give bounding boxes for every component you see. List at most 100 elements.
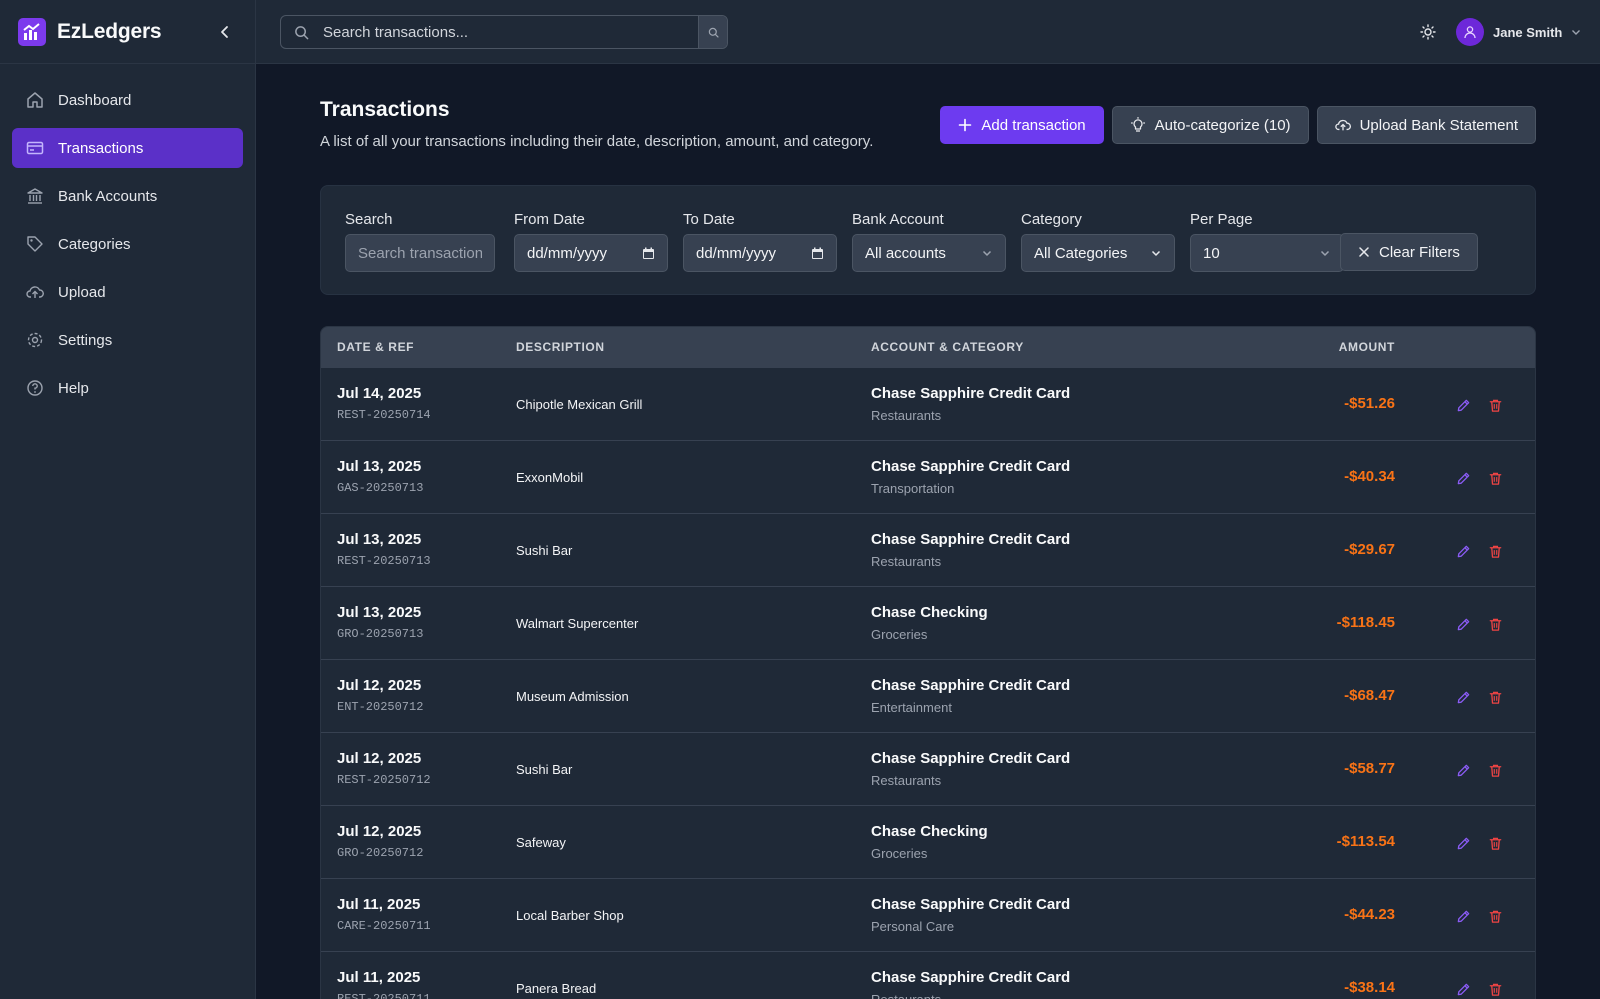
sidebar-item-dashboard[interactable]: Dashboard [12, 80, 243, 120]
add-transaction-label: Add transaction [981, 116, 1086, 134]
filter-search-input[interactable] [358, 244, 482, 262]
transaction-ref: REST-20250712 [337, 773, 431, 787]
search-icon [281, 25, 315, 40]
delete-button[interactable] [1485, 468, 1505, 488]
transaction-description: Museum Admission [516, 689, 629, 704]
pencil-icon [1456, 471, 1471, 486]
filter-search-label: Search [345, 211, 393, 228]
collapse-sidebar-button[interactable] [213, 20, 237, 44]
transaction-category: Restaurants [871, 773, 942, 788]
transaction-description: Sushi Bar [516, 762, 573, 777]
transaction-category: Restaurants [871, 992, 941, 999]
edit-button[interactable] [1453, 760, 1473, 780]
edit-button[interactable] [1453, 541, 1473, 561]
table-row[interactable]: Jul 11, 2025 REST-20250711 Panera Bread Cha… [321, 951, 1535, 999]
sidebar-item-label: Transactions [58, 139, 144, 157]
clear-filters-button[interactable]: Clear Filters [1340, 233, 1478, 271]
delete-button[interactable] [1485, 541, 1505, 561]
theme-toggle-button[interactable] [1416, 20, 1440, 44]
delete-button[interactable] [1485, 395, 1505, 415]
edit-button[interactable] [1453, 833, 1473, 853]
transaction-account: Chase Sapphire Credit Card [871, 969, 1071, 986]
filter-per-page-group: Per Page 10 [1190, 211, 1344, 272]
table-row[interactable]: Jul 14, 2025 REST-20250714 Chipotle Mexica… [321, 367, 1535, 440]
calendar-icon [811, 247, 824, 260]
delete-button[interactable] [1485, 687, 1505, 707]
table-row[interactable]: Jul 13, 2025 GAS-20250713 ExxonMobil Chase … [321, 440, 1535, 513]
search-button[interactable] [698, 16, 727, 48]
delete-button[interactable] [1485, 979, 1505, 999]
sidebar-item-categories[interactable]: Categories [12, 224, 243, 264]
edit-button[interactable] [1453, 614, 1473, 634]
transaction-date: Jul 11, 2025 [337, 896, 421, 913]
transaction-category: Entertainment [871, 700, 952, 715]
transaction-ref: CARE-20250711 [337, 919, 431, 933]
filter-per-page-label: Per Page [1190, 211, 1253, 228]
transaction-description: Sushi Bar [516, 543, 573, 558]
sidebar-item-upload[interactable]: Upload [12, 272, 243, 312]
edit-button[interactable] [1453, 906, 1473, 926]
table-row[interactable]: Jul 13, 2025 GRO-20250713 Walmart Supercen… [321, 586, 1535, 659]
transaction-category: Groceries [871, 627, 928, 642]
edit-button[interactable] [1453, 687, 1473, 707]
to-date-input[interactable]: dd/mm/yyyy [683, 234, 837, 272]
trash-icon [1488, 471, 1503, 486]
to-date-value: dd/mm/yyyy [696, 244, 777, 262]
main-content: Transactions A list of all your transact… [256, 64, 1600, 999]
edit-button[interactable] [1453, 468, 1473, 488]
edit-button[interactable] [1453, 395, 1473, 415]
table-row[interactable]: Jul 12, 2025 ENT-20250712 Museum Admission… [321, 659, 1535, 732]
global-search-input[interactable] [315, 16, 698, 48]
add-transaction-button[interactable]: Add transaction [940, 106, 1104, 144]
filter-from-date-label: From Date [514, 211, 585, 228]
upload-bank-statement-button[interactable]: Upload Bank Statement [1316, 106, 1536, 144]
delete-button[interactable] [1485, 760, 1505, 780]
trash-icon [1488, 909, 1503, 924]
filter-search-group: Search [345, 211, 495, 272]
transaction-date: Jul 11, 2025 [337, 969, 421, 986]
table-row[interactable]: Jul 12, 2025 REST-20250712 Sushi Bar Chase … [321, 732, 1535, 805]
transaction-description: Safeway [516, 835, 566, 850]
calendar-icon [642, 247, 655, 260]
chevron-left-icon [221, 25, 228, 38]
trash-icon [1488, 836, 1503, 851]
category-select[interactable]: All Categories [1021, 234, 1175, 272]
pencil-icon [1456, 617, 1471, 632]
delete-button[interactable] [1485, 833, 1505, 853]
sidebar-nav: Dashboard Transactions Bank Accounts Cat… [0, 64, 255, 432]
auto-categorize-button[interactable]: Auto-categorize (10) [1111, 106, 1309, 144]
pencil-icon [1456, 763, 1471, 778]
delete-button[interactable] [1485, 614, 1505, 634]
bank-account-select[interactable]: All accounts [852, 234, 1006, 272]
filter-account-group: Bank Account All accounts [852, 211, 1006, 272]
lightbulb-icon [1130, 117, 1146, 133]
table-row[interactable]: Jul 11, 2025 CARE-20250711 Local Barber Sh… [321, 878, 1535, 951]
user-menu[interactable]: Jane Smith [1456, 18, 1582, 46]
filter-category-group: Category All Categories [1021, 211, 1175, 272]
bank-icon [25, 186, 45, 206]
global-search [280, 15, 728, 49]
transaction-date: Jul 14, 2025 [337, 385, 422, 402]
table-row[interactable]: Jul 12, 2025 GRO-20250712 Safeway Chase Che… [321, 805, 1535, 878]
sidebar-item-settings[interactable]: Settings [12, 320, 243, 360]
delete-button[interactable] [1485, 906, 1505, 926]
user-icon [1464, 26, 1476, 39]
sidebar-item-transactions[interactable]: Transactions [12, 128, 243, 168]
trash-icon [1488, 544, 1503, 559]
per-page-select[interactable]: 10 [1190, 234, 1344, 272]
pencil-icon [1456, 836, 1471, 851]
transaction-ref: ENT-20250712 [337, 700, 424, 714]
transaction-ref: GRO-20250712 [337, 846, 424, 860]
transaction-category: Restaurants [871, 554, 942, 569]
edit-button[interactable] [1453, 979, 1473, 999]
transaction-account: Chase Sapphire Credit Card [871, 458, 1071, 475]
filter-account-label: Bank Account [852, 211, 944, 228]
sidebar-item-help[interactable]: Help [12, 368, 243, 408]
sidebar-item-bank-accounts[interactable]: Bank Accounts [12, 176, 243, 216]
table-row[interactable]: Jul 13, 2025 REST-20250713 Sushi Bar Chase … [321, 513, 1535, 586]
transaction-account: Chase Sapphire Credit Card [871, 677, 1071, 694]
from-date-input[interactable]: dd/mm/yyyy [514, 234, 668, 272]
transactions-table: DATE & REF DESCRIPTION ACCOUNT & CATEGOR… [320, 326, 1536, 999]
transaction-amount: -$29.67 [1344, 541, 1395, 558]
avatar [1456, 18, 1484, 46]
